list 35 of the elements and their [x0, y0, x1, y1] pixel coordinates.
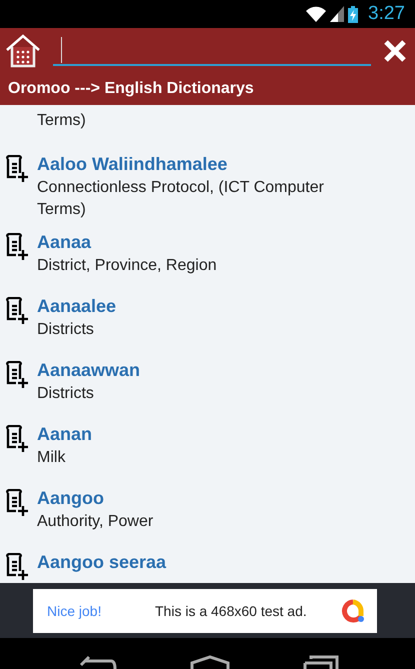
entry-meaning: Authority, Power: [37, 512, 154, 532]
entry-meaning: Milk: [37, 448, 66, 468]
scroll-plus-icon[interactable]: [4, 489, 30, 517]
entry-word[interactable]: Aanaalee: [37, 295, 362, 317]
entry-word[interactable]: Aanan: [37, 423, 362, 445]
home-icon[interactable]: [5, 33, 41, 69]
close-icon[interactable]: [383, 39, 407, 63]
clock-time: 3:27: [368, 3, 405, 25]
scroll-plus-icon[interactable]: [4, 425, 30, 453]
entry-word[interactable]: Aanaawwan: [37, 359, 362, 381]
entry-meaning: Districts: [37, 384, 95, 404]
signal-icon: [330, 6, 344, 22]
scroll-plus-icon[interactable]: [4, 297, 30, 325]
entry-meaning: Districts: [37, 320, 95, 340]
entry-word[interactable]: Aangoo seeraa: [37, 551, 362, 573]
entry-meaning: Connectionless Protocol, (ICT Computer Terms): [37, 178, 325, 220]
scroll-plus-icon[interactable]: [4, 155, 30, 183]
entry-word[interactable]: Aaloo Waliindhamalee: [37, 153, 362, 175]
wifi-icon: [306, 6, 326, 22]
entry-meaning: District, Province, Region: [37, 256, 218, 276]
entry-meaning: Terms): [36, 111, 87, 131]
scroll-plus-icon[interactable]: [4, 553, 30, 581]
app-title: Oromoo ---> English Dictionarys: [8, 80, 255, 98]
ad-logo-icon: [341, 598, 365, 622]
search-field[interactable]: [53, 36, 371, 66]
scroll-plus-icon[interactable]: [4, 361, 30, 389]
entry-word[interactable]: Aanaa: [37, 231, 362, 253]
ad-text: This is a 468x60 test ad.: [155, 602, 308, 618]
entry-word[interactable]: Aangoo: [37, 487, 362, 509]
ad-headline: Nice job!: [47, 602, 102, 618]
scroll-plus-icon[interactable]: [4, 233, 30, 261]
home-nav-icon[interactable]: [190, 655, 230, 669]
battery-charging-icon: [348, 6, 358, 22]
recents-icon[interactable]: [302, 655, 338, 669]
ad-banner[interactable]: Nice job! This is a 468x60 test ad.: [33, 588, 377, 632]
